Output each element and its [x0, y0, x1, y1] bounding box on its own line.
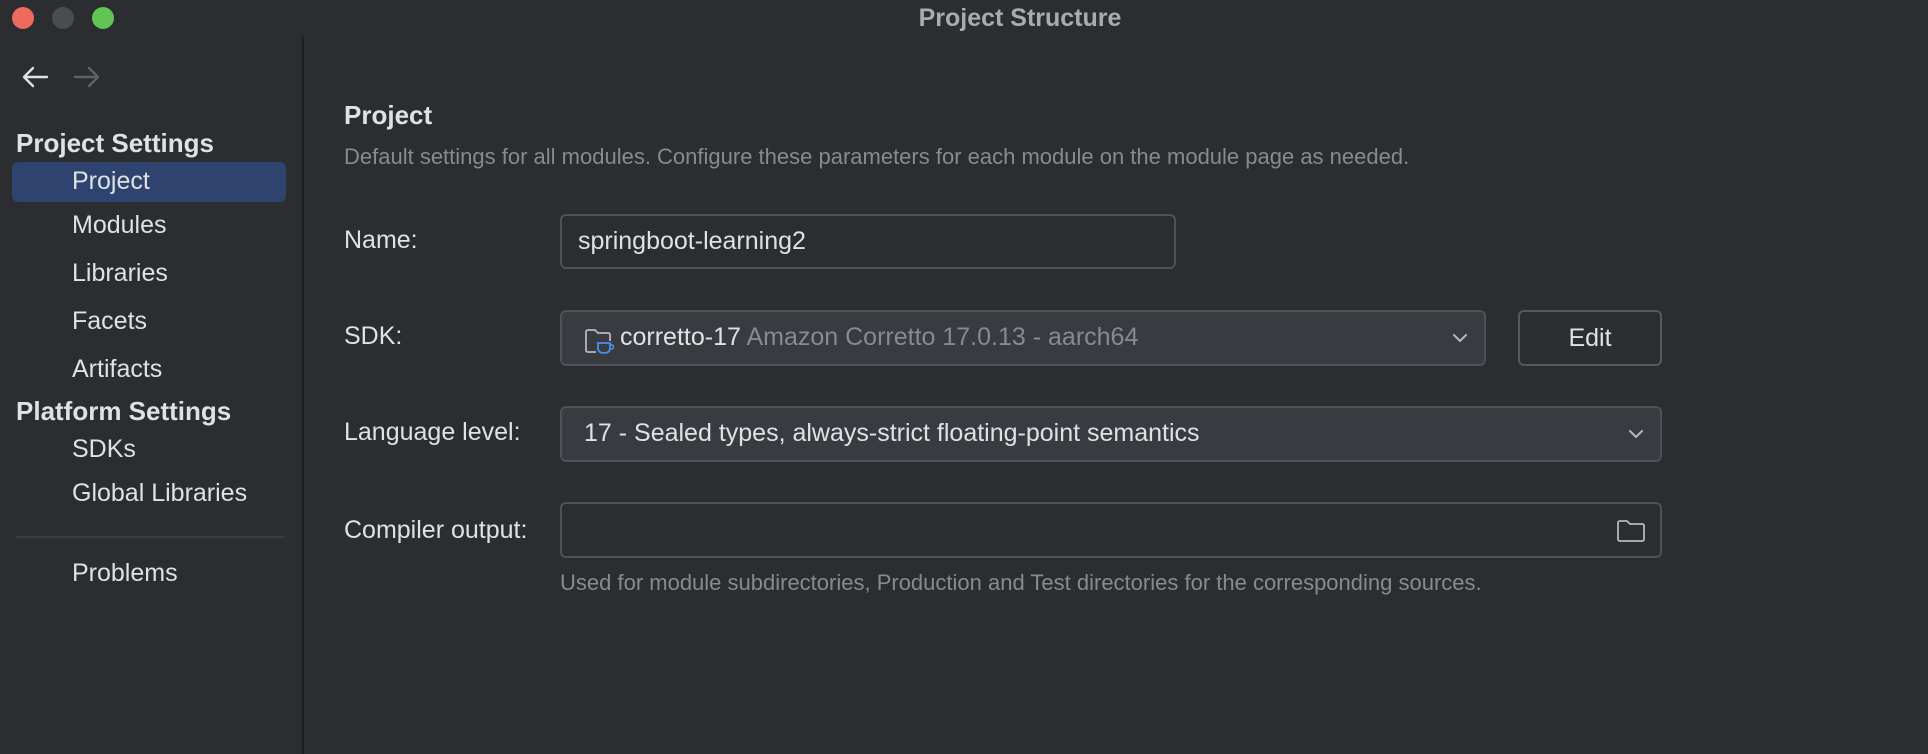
sdk-name: corretto-17: [620, 323, 741, 351]
compiler-output-hint: Used for module subdirectories, Producti…: [560, 570, 1482, 595]
sidebar-item-global-libraries[interactable]: Global Libraries: [12, 474, 286, 514]
sidebar-item-libraries[interactable]: Libraries: [12, 254, 286, 294]
name-field[interactable]: springboot-learning2: [560, 214, 1176, 269]
sidebar-item-label: Problems: [72, 559, 178, 587]
platform-settings-title: Platform Settings: [16, 396, 232, 426]
title-bar: Project Structure: [0, 0, 1928, 36]
sdk-folder-icon: [584, 327, 615, 355]
sdk-dropdown[interactable]: corretto-17 Amazon Corretto 17.0.13 - aa…: [560, 310, 1486, 366]
page-title: Project: [344, 100, 433, 130]
main-panel: Project Default settings for all modules…: [304, 36, 1928, 754]
sidebar-item-modules[interactable]: Modules: [12, 206, 286, 246]
sidebar-item-label: Project: [72, 167, 150, 195]
sidebar-item-sdks[interactable]: SDKs: [12, 430, 286, 470]
compiler-output-field[interactable]: [560, 502, 1662, 558]
project-settings-title: Project Settings: [16, 128, 214, 158]
sidebar-item-label: Facets: [72, 307, 148, 335]
sidebar-item-label: Modules: [72, 211, 167, 239]
sidebar-item-problems[interactable]: Problems: [12, 554, 286, 594]
sidebar-item-label: SDKs: [72, 435, 136, 463]
compiler-output-label: Compiler output:: [344, 516, 528, 544]
sdk-value: corretto-17 Amazon Corretto 17.0.13 - aa…: [620, 323, 1138, 352]
back-arrow-icon[interactable]: [20, 64, 50, 90]
sidebar-item-artifacts[interactable]: Artifacts: [12, 350, 286, 390]
name-value: springboot-learning2: [578, 227, 806, 255]
sidebar-item-project[interactable]: Project: [12, 162, 286, 202]
window-title: Project Structure: [918, 4, 1122, 32]
folder-icon[interactable]: [1616, 518, 1646, 544]
sidebar-item-label: Libraries: [72, 259, 168, 287]
sdk-detail: Amazon Corretto 17.0.13 - aarch64: [746, 323, 1139, 351]
sidebar-item-label: Artifacts: [72, 355, 163, 383]
sidebar-item-label: Global Libraries: [72, 479, 248, 507]
language-level-label: Language level:: [344, 418, 521, 446]
edit-sdk-button[interactable]: Edit: [1518, 310, 1662, 366]
name-label: Name:: [344, 226, 418, 254]
page-description: Default settings for all modules. Config…: [344, 144, 1410, 169]
sidebar-item-facets[interactable]: Facets: [12, 302, 286, 342]
chevron-down-icon: [1452, 331, 1468, 343]
sidebar-divider: [16, 536, 284, 538]
sidebar: Project Settings Project Modules Librari…: [0, 36, 304, 754]
forward-arrow-icon[interactable]: [72, 64, 102, 90]
language-level-value: 17 - Sealed types, always-strict floatin…: [584, 419, 1200, 447]
language-level-dropdown[interactable]: 17 - Sealed types, always-strict floatin…: [560, 406, 1662, 462]
sdk-label: SDK:: [344, 322, 403, 350]
chevron-down-icon: [1628, 427, 1644, 439]
